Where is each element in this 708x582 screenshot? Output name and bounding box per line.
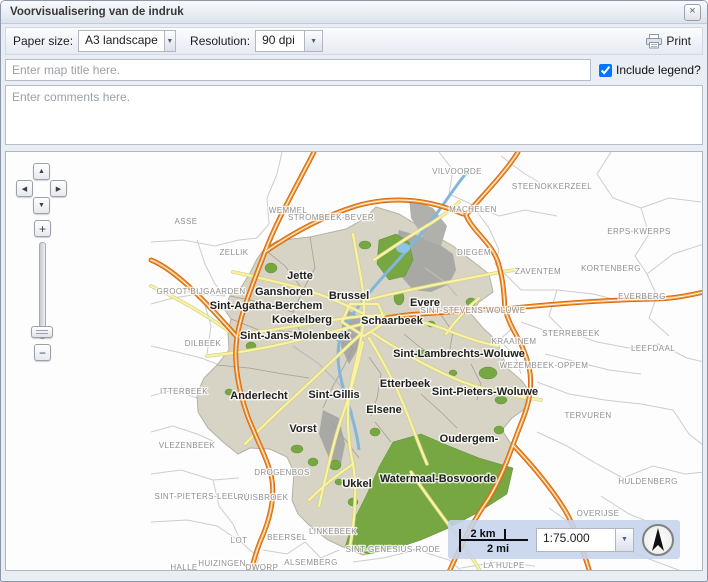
map-label: SINT-GENESIUS-RODE: [346, 545, 441, 554]
window-title: Voorvisualisering van de indruk: [10, 6, 684, 18]
map-canvas[interactable]: ASSEWEMMELSTROMBEEK-BEVERVILVOORDEMACHEL…: [6, 152, 703, 571]
map-label: Ukkel: [342, 478, 371, 490]
title-row: Include legend?: [5, 59, 703, 81]
map-title-input[interactable]: [5, 59, 591, 81]
map-label: LEEFDAAL: [631, 344, 675, 353]
map-label: DWORP: [246, 563, 279, 571]
map-label: Brussel: [329, 290, 369, 302]
map-label: Sint-Agatha-Berchem: [210, 300, 323, 312]
paper-size-value: A3 landscape: [79, 31, 164, 51]
resolution-label: Resolution:: [190, 34, 250, 48]
scalebar: 2 km 2 mi: [454, 524, 528, 556]
map-label: RUISBROEK: [238, 493, 289, 502]
map-label: HULDENBERG: [618, 477, 678, 486]
close-icon[interactable]: ×: [684, 4, 701, 21]
map-label: STERREBEEK: [542, 329, 600, 338]
map-label: DIEGEM: [457, 248, 491, 257]
compass-icon: [642, 524, 674, 556]
print-preview-window: Voorvisualisering van de indruk × Paper …: [0, 0, 708, 582]
map-label: Etterbeek: [380, 378, 431, 390]
map-label: ITTERBEEK: [160, 387, 208, 396]
map-label: BEERSEL: [267, 533, 307, 542]
map-label: HUIZINGEN: [198, 559, 246, 568]
map-label: VLEZENBEEK: [159, 441, 216, 450]
zoom-slider-track[interactable]: [39, 242, 46, 339]
map-label: Oudergem-: [440, 433, 499, 445]
map-label: ASSE: [175, 217, 198, 226]
map-label: Sint-Lambrechts-Woluwe: [393, 348, 525, 360]
chevron-down-icon[interactable]: ▼: [615, 529, 633, 551]
map-label: KRAAINEM: [492, 337, 537, 346]
toolbar: Paper size: A3 landscape ▼ Resolution: 9…: [5, 27, 703, 55]
paper-size-label: Paper size:: [13, 34, 73, 48]
include-legend-label: Include legend?: [616, 63, 701, 77]
map-label: KORTENBERG: [581, 264, 641, 273]
map-label: MACHELEN: [449, 205, 497, 214]
map-label: Anderlecht: [230, 390, 288, 402]
map-label: DROGENBOS: [254, 468, 310, 477]
map-label: LOT: [231, 536, 248, 545]
map-label: Evere: [410, 297, 440, 309]
map-label: Watermaal-Bosvoorde: [380, 473, 496, 485]
map-label: Schaarbeek: [361, 315, 424, 327]
resolution-value: 90 dpi: [256, 31, 304, 51]
scale-select[interactable]: 1:75.000 ▼: [536, 528, 634, 552]
map-label: EVERBERG: [618, 292, 666, 301]
scale-overlay: 2 km 2 mi 1:75.000 ▼: [448, 520, 680, 559]
titlebar: Voorvisualisering van de indruk ×: [1, 1, 707, 24]
chevron-down-icon[interactable]: ▼: [164, 31, 175, 51]
map-label: ERPS-KWERPS: [607, 227, 671, 236]
map-label: WEZEMBEEK-OPPEM: [500, 361, 589, 370]
map-label: OVERIJSE: [577, 509, 620, 518]
map-label: ZAVENTEM: [515, 267, 561, 276]
map-label: Sint-Gillis: [308, 389, 359, 401]
map-label: Koekelberg: [272, 314, 332, 326]
include-legend-checkbox[interactable]: [599, 64, 612, 77]
scale-value: 1:75.000: [537, 529, 596, 551]
pan-left-button[interactable]: ◀: [16, 180, 33, 197]
zoom-out-button[interactable]: −: [34, 344, 51, 361]
map-label: ALSEMBERG: [284, 558, 337, 567]
legend-option: Include legend?: [599, 63, 701, 77]
map-label: Elsene: [366, 404, 401, 416]
scalebar-mi-label: 2 mi: [487, 543, 509, 555]
pan-down-button[interactable]: ▼: [33, 197, 50, 214]
paper-size-select[interactable]: A3 landscape ▼: [78, 30, 176, 52]
map-label: LINKEBEEK: [309, 527, 357, 536]
map-label: HALLE: [170, 563, 197, 571]
pan-up-button[interactable]: ▲: [33, 163, 50, 180]
comments-textarea[interactable]: [5, 85, 703, 145]
map-label: SINT-PIETERS-LEEUW: [155, 492, 248, 501]
map-label: STROMBEEK-BEVER: [288, 213, 374, 222]
zoom-slider-handle[interactable]: [31, 326, 53, 338]
resolution-select[interactable]: 90 dpi ▼: [255, 30, 323, 52]
map-label: Jette: [287, 270, 313, 282]
map-label: TERVUREN: [564, 411, 611, 420]
map-label: Ganshoren: [255, 286, 313, 298]
map-label: Sint-Pieters-Woluwe: [432, 386, 538, 398]
zoom-in-button[interactable]: +: [34, 220, 51, 237]
map-label: VILVOORDE: [432, 167, 482, 176]
map-label: GROOT-BIJGAARDEN: [156, 287, 245, 296]
map-label: STEENOKKERZEEL: [512, 182, 592, 191]
map-label: Vorst: [289, 423, 317, 435]
map-label: LA HULPE: [483, 561, 524, 570]
print-button[interactable]: Print: [642, 32, 695, 51]
map-label: ZELLIK: [219, 248, 248, 257]
chevron-down-icon[interactable]: ▼: [304, 31, 322, 51]
map-label: Sint-Jans-Molenbeek: [240, 330, 351, 342]
map-label: DILBEEK: [185, 339, 222, 348]
print-label: Print: [666, 34, 691, 48]
scalebar-km-label: 2 km: [470, 528, 495, 540]
printer-icon: [646, 34, 662, 49]
pan-right-button[interactable]: ▶: [50, 180, 67, 197]
map-panel[interactable]: ASSEWEMMELSTROMBEEK-BEVERVILVOORDEMACHEL…: [5, 151, 703, 571]
